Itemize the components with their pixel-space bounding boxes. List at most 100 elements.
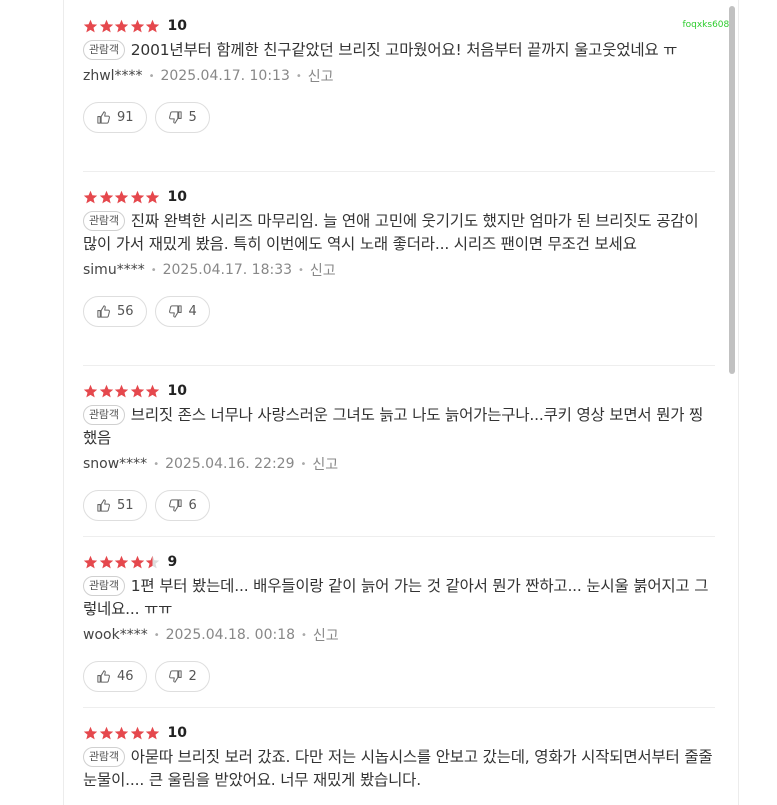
star-rating (83, 555, 161, 570)
divider (83, 536, 715, 537)
dislike-count: 6 (188, 498, 197, 513)
review-text-block: 관람객 2001년부터 함께한 친구같았던 브리짓 고마웠어요! 처음부터 끝까지… (83, 39, 715, 62)
separator-dot: • (295, 70, 302, 82)
star-full-icon (83, 384, 98, 397)
star-full-icon (99, 384, 113, 397)
dislike-button[interactable]: 6 (154, 490, 210, 521)
star-full-icon (99, 19, 113, 32)
star-full-icon (145, 726, 160, 739)
divider (83, 171, 715, 172)
review-text-block: 관람객 진짜 완벽한 시리즈 마무리임. 늘 연애 고민에 웃기기도 했지만 엄마… (83, 210, 715, 256)
dislike-count: 5 (188, 110, 197, 125)
star-full-icon (114, 19, 129, 32)
star-full-icon (130, 190, 144, 203)
review-text: 1편 부터 봤는데... 배우들이랑 같이 늙어 가는 것 같아서 뭔가 짠하고… (83, 577, 709, 618)
thumbs-up-icon (97, 305, 110, 318)
separator-dot: • (150, 264, 157, 276)
review-date: 2025.04.17. 18:33 (162, 262, 293, 278)
like-button[interactable]: 46 (83, 661, 147, 692)
review-meta: snow**** • 2025.04.16. 22:29 • 신고 (83, 454, 715, 474)
vote-buttons: 51 6 (83, 490, 715, 521)
star-full-icon (83, 19, 98, 32)
rating-row: 10 (83, 16, 715, 36)
reviewer-id: zhwl**** (83, 68, 143, 84)
review-date: 2025.04.18. 00:18 (165, 627, 296, 643)
star-full-icon (145, 19, 160, 32)
divider (83, 707, 715, 708)
star-full-icon (114, 555, 129, 568)
star-full-icon (83, 726, 98, 739)
like-button[interactable]: 51 (83, 490, 147, 521)
dislike-button[interactable]: 4 (154, 296, 210, 327)
divider (83, 365, 715, 366)
vote-buttons: 91 5 (83, 102, 715, 133)
reviewer-id: simu**** (83, 262, 145, 278)
thumbs-up-icon (97, 670, 110, 683)
review-text-block: 관람객 아묻따 브리짓 보러 갔죠. 다만 저는 시놉시스를 안보고 갔는데, 영… (83, 746, 715, 792)
review-text-block: 관람객 브리짓 존스 너무나 사랑스러운 그녀도 늙고 나도 늙어가는구나...쿠… (83, 404, 715, 450)
like-button[interactable]: 91 (83, 102, 147, 133)
star-full-icon (114, 190, 129, 203)
star-rating (83, 190, 161, 205)
star-full-icon (145, 190, 160, 203)
rating-score: 10 (167, 383, 187, 399)
like-count: 51 (117, 498, 134, 513)
vote-buttons: 56 4 (83, 296, 715, 327)
thumbs-down-icon (168, 670, 182, 683)
star-full-icon (145, 384, 160, 397)
review-text: 아묻따 브리짓 보러 갔죠. 다만 저는 시놉시스를 안보고 갔는데, 영화가 … (83, 748, 713, 789)
review-text: 브리짓 존스 너무나 사랑스러운 그녀도 늙고 나도 늙어가는구나...쿠키 영… (83, 406, 704, 447)
thumbs-up-icon (97, 499, 110, 512)
rating-row: 9 (83, 552, 715, 572)
report-link[interactable]: 신고 (310, 260, 336, 280)
dislike-button[interactable]: 2 (154, 661, 210, 692)
rating-score: 9 (167, 554, 178, 570)
like-button[interactable]: 56 (83, 296, 147, 327)
like-count: 91 (117, 110, 134, 125)
review-meta: simu**** • 2025.04.17. 18:33 • 신고 (83, 260, 715, 280)
separator-dot: • (148, 70, 155, 82)
vote-buttons: 46 2 (83, 661, 715, 692)
report-link[interactable]: 신고 (308, 66, 334, 86)
review-item: 9 관람객 1편 부터 봤는데... 배우들이랑 같이 늙어 가는 것 같아서 뭔… (83, 552, 715, 692)
reviewer-id: wook**** (83, 627, 148, 643)
dislike-count: 2 (188, 669, 197, 684)
review-item: 10 관람객 브리짓 존스 너무나 사랑스러운 그녀도 늙고 나도 늙어가는구나.… (83, 381, 715, 521)
separator-dot: • (301, 629, 307, 641)
report-link[interactable]: 신고 (313, 625, 339, 645)
audience-badge: 관람객 (83, 405, 125, 425)
star-full-icon (130, 19, 144, 32)
star-full-icon (99, 555, 113, 568)
reviewer-id: snow**** (83, 456, 148, 472)
separator-dot: • (298, 264, 304, 276)
star-full-icon (99, 726, 113, 739)
star-full-icon (114, 384, 129, 397)
star-half-icon (145, 555, 160, 568)
review-meta: zhwl**** • 2025.04.17. 10:13 • 신고 (83, 66, 715, 86)
thumbs-down-icon (168, 111, 182, 124)
review-meta: wook**** • 2025.04.18. 00:18 • 신고 (83, 625, 715, 645)
rating-row: 10 (83, 723, 715, 743)
separator-dot: • (153, 629, 160, 641)
report-link[interactable]: 신고 (312, 454, 338, 474)
star-full-icon (130, 726, 144, 739)
audience-badge: 관람객 (83, 747, 125, 767)
like-count: 46 (117, 669, 134, 684)
star-full-icon (99, 190, 113, 203)
scrollbar[interactable] (727, 0, 737, 805)
audience-badge: 관람객 (83, 211, 125, 231)
review-date: 2025.04.17. 10:13 (160, 68, 290, 84)
review-item: 10 관람객 아묻따 브리짓 보러 갔죠. 다만 저는 시놉시스를 안보고 갔는데… (83, 723, 715, 792)
separator-dot: • (153, 458, 160, 470)
thumbs-down-icon (168, 499, 182, 512)
audience-badge: 관람객 (83, 576, 125, 596)
audience-badge: 관람객 (83, 40, 125, 60)
star-full-icon (83, 190, 98, 203)
star-full-icon (83, 555, 98, 568)
rating-row: 10 (83, 187, 715, 207)
dislike-button[interactable]: 5 (154, 102, 210, 133)
review-item: 10 관람객 2001년부터 함께한 친구같았던 브리짓 고마웠어요! 처음부터 … (83, 16, 715, 133)
review-text: 2001년부터 함께한 친구같았던 브리짓 고마웠어요! 처음부터 끝까지 울고… (130, 41, 678, 59)
star-rating (83, 384, 161, 399)
scrollbar-thumb[interactable] (729, 6, 735, 374)
